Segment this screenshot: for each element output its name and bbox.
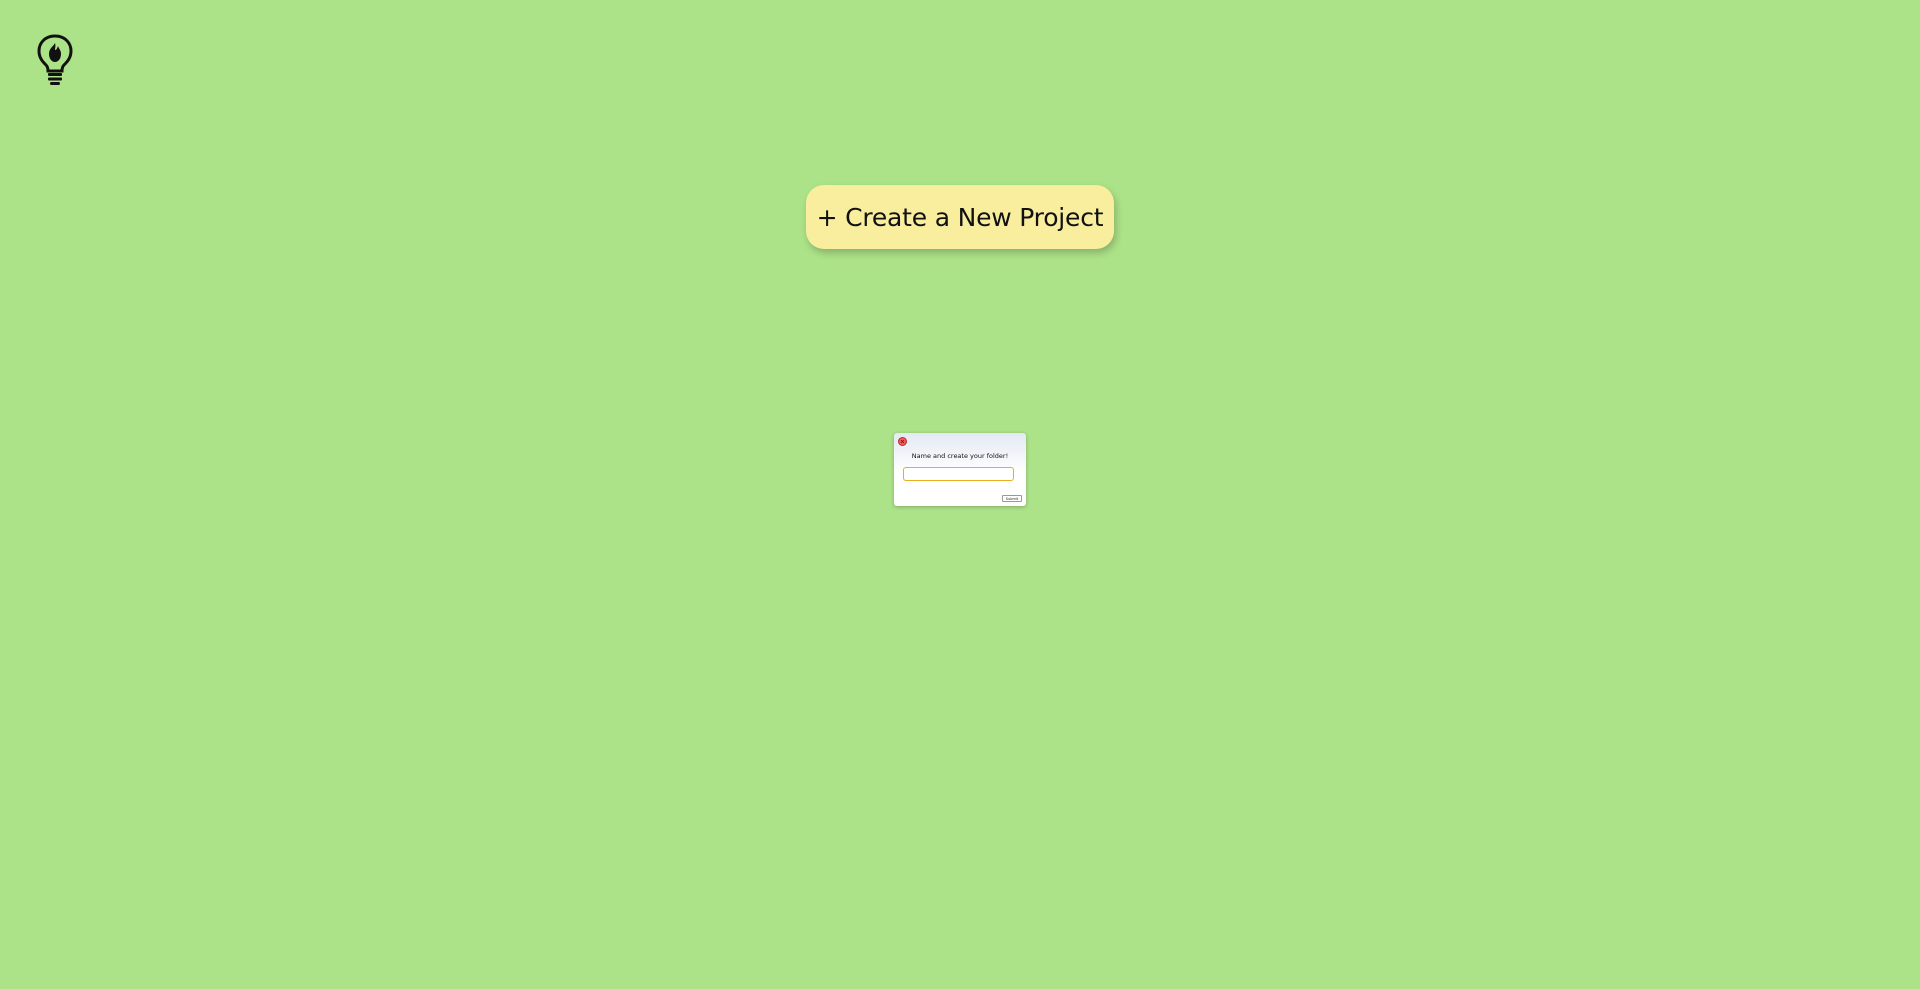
- submit-button[interactable]: Submit: [1002, 495, 1022, 502]
- lightbulb-logo-icon[interactable]: [36, 34, 74, 86]
- create-new-project-button[interactable]: + Create a New Project: [806, 185, 1114, 249]
- create-folder-dialog: Name and create your folder! Submit: [894, 433, 1026, 506]
- close-icon[interactable]: [898, 437, 907, 446]
- dialog-title: Name and create your folder!: [911, 452, 1009, 460]
- folder-name-input[interactable]: [903, 467, 1014, 481]
